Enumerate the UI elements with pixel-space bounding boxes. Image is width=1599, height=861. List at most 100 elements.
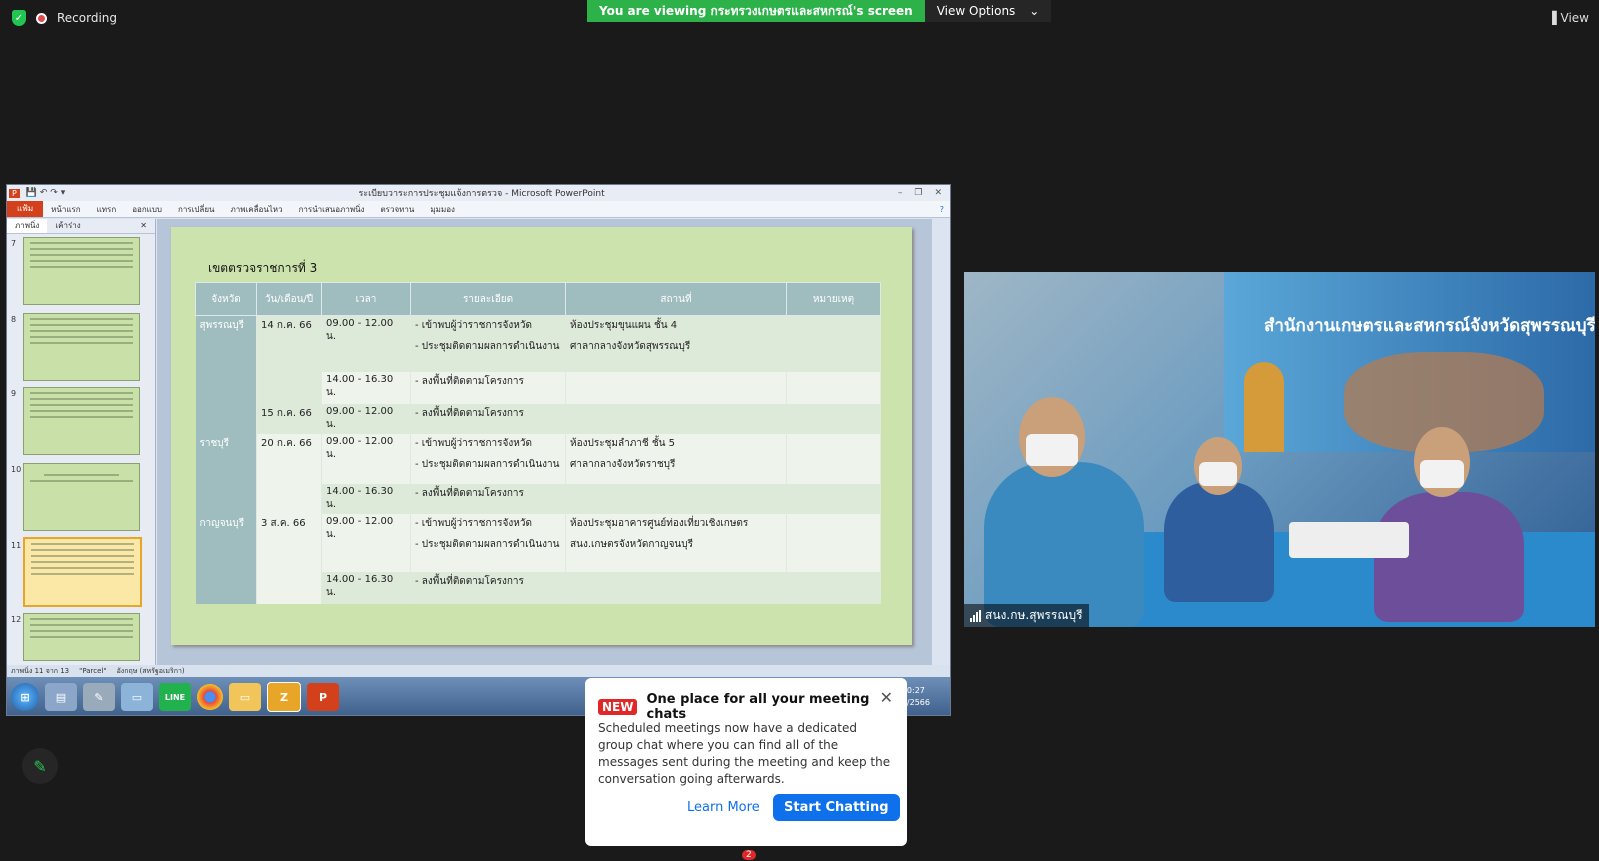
ribbon-tab-animations[interactable]: ภาพเคลื่อนไหว	[222, 203, 290, 216]
ribbon-tabs: แฟ้ม หน้าแรก แทรก ออกแบบ การเปลี่ยน ภาพเ…	[7, 201, 950, 218]
face-mask	[1420, 460, 1464, 488]
paint-app-icon[interactable]: ✎	[83, 683, 115, 711]
slide-thumbnail-11[interactable]	[23, 537, 142, 607]
header-time: เวลา	[321, 282, 411, 316]
thumbnail-number: 7	[11, 239, 17, 248]
ribbon-tab-design[interactable]: ออกแบบ	[124, 203, 170, 216]
cell-date: 3 ส.ค. 66	[256, 513, 322, 604]
cell-place: ห้องประชุมขุนแผน ชั้น 4 ศาลากลางจังหวัดสุ…	[565, 315, 787, 372]
cell-province: สุพรรณบุรี	[195, 315, 257, 434]
ribbon-tab-insert[interactable]: แทรก	[89, 203, 125, 216]
cell-time: 09.00 - 12.00 น.	[321, 433, 411, 484]
cell-remark	[786, 483, 881, 514]
recording-icon	[36, 12, 47, 24]
powerpoint-window-title: ระเบียบวาระการประชุมแจ้งการตรวจ - Micros…	[358, 189, 605, 199]
cell-province: ราชบุรี	[195, 433, 257, 514]
security-shield-icon[interactable]: ✓	[12, 10, 26, 26]
slide-thumbnail-8[interactable]	[23, 313, 140, 381]
cell-time: 09.00 - 12.00 น.	[321, 315, 411, 372]
header-date: วัน/เดือน/ปี	[256, 282, 322, 316]
powerpoint-status-bar: ภาพนิ่ง 11 จาก 13 "Parcel" อังกฤษ (สหรัฐ…	[7, 665, 950, 677]
ribbon-tab-slideshow[interactable]: การนำเสนอภาพนิ่ง	[291, 203, 373, 216]
table-row: ราชบุรี 20 ก.ค. 66 09.00 - 12.00 น. - เข…	[195, 433, 881, 514]
slide-thumbnail-9[interactable]	[23, 387, 140, 455]
new-badge: NEW	[598, 699, 638, 715]
annotate-pen-icon[interactable]: ✎	[22, 748, 58, 784]
cell-time: 09.00 - 12.00 น.	[321, 513, 411, 572]
face-mask	[1199, 462, 1237, 486]
file-app-icon[interactable]: ▤	[45, 683, 77, 711]
wall-sign-text: สำนักงานเกษตรและสหกรณ์จังหวัดสุพรรณบุรี	[1264, 316, 1595, 336]
ribbon-tab-transitions[interactable]: การเปลี่ยน	[170, 203, 223, 216]
thumbnail-number: 11	[11, 541, 22, 550]
help-icon[interactable]: ?	[940, 205, 944, 214]
cell-time: 14.00 - 16.30 น.	[321, 483, 411, 514]
restore-icon[interactable]: ❐	[914, 188, 922, 198]
cell-place	[565, 371, 787, 404]
powerpoint-title-bar: P 💾 ↶ ↷ ▾ ระเบียบวาระการประชุมแจ้งการตรว…	[7, 185, 950, 201]
participant-person	[984, 462, 1144, 627]
cell-details: - เข้าพบผู้ว่าราชการจังหวัด - ประชุมติดตา…	[410, 513, 566, 572]
cell-remark	[786, 315, 881, 372]
cell-province: กาญจนบุรี	[195, 513, 257, 604]
grid-view-icon: ▐	[1547, 11, 1557, 25]
cell-place: ห้องประชุมลำภาชี ชั้น 5 ศาลากลางจังหวัดรา…	[565, 433, 787, 484]
line-app-icon[interactable]: LINE	[159, 683, 191, 711]
view-options-label: View Options	[936, 4, 1016, 18]
header-province: จังหวัด	[195, 282, 257, 316]
participant-video[interactable]: สำนักงานเกษตรและสหกรณ์จังหวัดสุพรรณบุรี …	[964, 272, 1595, 627]
ribbon-tab-review[interactable]: ตรวจทาน	[372, 203, 422, 216]
learn-more-link[interactable]: Learn More	[687, 800, 760, 815]
shared-screen-powerpoint[interactable]: P 💾 ↶ ↷ ▾ ระเบียบวาระการประชุมแจ้งการตรว…	[6, 184, 951, 716]
tab-slides[interactable]: ภาพนิ่ง	[7, 219, 48, 233]
slide-thumbnail-7[interactable]	[23, 237, 140, 305]
status-theme: "Parcel"	[79, 667, 107, 675]
cell-place: ห้องประชุมอาคารศูนย์ท่องเที่ยวเชิงเกษตรส…	[565, 513, 787, 572]
status-slide-count: ภาพนิ่ง 11 จาก 13	[11, 666, 70, 675]
cell-time: 14.00 - 16.30 น.	[321, 571, 411, 604]
cell-time: 09.00 - 12.00 น.	[321, 403, 411, 434]
chat-notification-badge: 2	[742, 850, 756, 860]
cell-details: - เข้าพบผู้ว่าราชการจังหวัด - ประชุมติดตา…	[410, 315, 566, 372]
start-chatting-button[interactable]: Start Chatting	[773, 794, 900, 821]
minimize-icon[interactable]: –	[898, 188, 903, 198]
meeting-chats-popup: NEW One place for all your meeting chats…	[585, 678, 907, 846]
face-mask	[1026, 434, 1078, 466]
cell-details: - ลงพื้นที่ติดตามโครงการ	[410, 371, 566, 404]
view-button[interactable]: ▐ View	[1547, 11, 1589, 25]
office-wall-sign: สำนักงานเกษตรและสหกรณ์จังหวัดสุพรรณบุรี	[1224, 272, 1595, 452]
cell-remark	[786, 371, 881, 404]
quick-access-icons[interactable]: 💾 ↶ ↷ ▾	[26, 188, 65, 198]
view-options-button[interactable]: View Options ⌄	[924, 0, 1052, 22]
slide-thumbnail-10[interactable]	[23, 463, 140, 531]
ribbon-tab-home[interactable]: หน้าแรก	[43, 203, 89, 216]
close-icon[interactable]: ✕	[880, 688, 893, 707]
thumbnail-number: 12	[11, 615, 22, 624]
chrome-app-icon[interactable]	[197, 684, 223, 710]
cell-remark	[786, 513, 881, 572]
status-language: อังกฤษ (สหรัฐอเมริกา)	[116, 666, 185, 675]
participant-name-tag: สนง.กษ.สุพรรณบุรี	[964, 604, 1089, 627]
ribbon-tab-file[interactable]: แฟ้ม	[7, 201, 44, 217]
buddha-statue-image	[1244, 362, 1284, 452]
explorer-app-icon[interactable]: ▭	[229, 683, 261, 711]
close-icon[interactable]: ✕	[934, 188, 942, 198]
table-row: กาญจนบุรี 3 ส.ค. 66 09.00 - 12.00 น. - เ…	[195, 513, 881, 604]
slide-thumbnail-12[interactable]	[23, 613, 140, 661]
cell-place	[565, 403, 787, 434]
document-app-icon[interactable]: ▭	[121, 683, 153, 711]
popup-title: One place for all your meeting chats	[646, 692, 870, 722]
participant-name: สนง.กษ.สุพรรณบุรี	[985, 608, 1083, 622]
thumbnail-number: 8	[11, 315, 17, 324]
tab-outline[interactable]: เค้าร่าง	[47, 219, 88, 233]
close-pane-icon[interactable]: ✕	[132, 219, 155, 233]
ribbon-tab-view[interactable]: มุมมอง	[422, 203, 463, 216]
signal-strength-icon	[970, 609, 981, 622]
current-slide[interactable]: เขตตรวจราชการที่ 3 จังหวัด วัน/เดือน/ปี …	[171, 227, 912, 645]
powerpoint-app-icon[interactable]: P	[307, 683, 339, 711]
thumbnail-number: 9	[11, 389, 17, 398]
participant-person	[1164, 482, 1274, 602]
zoom-app-icon[interactable]: Z	[267, 682, 301, 712]
table-row: 15 ก.ค. 66 09.00 - 12.00 น. - ลงพื้นที่ต…	[196, 403, 881, 434]
start-button-icon[interactable]: ⊞	[11, 683, 39, 711]
